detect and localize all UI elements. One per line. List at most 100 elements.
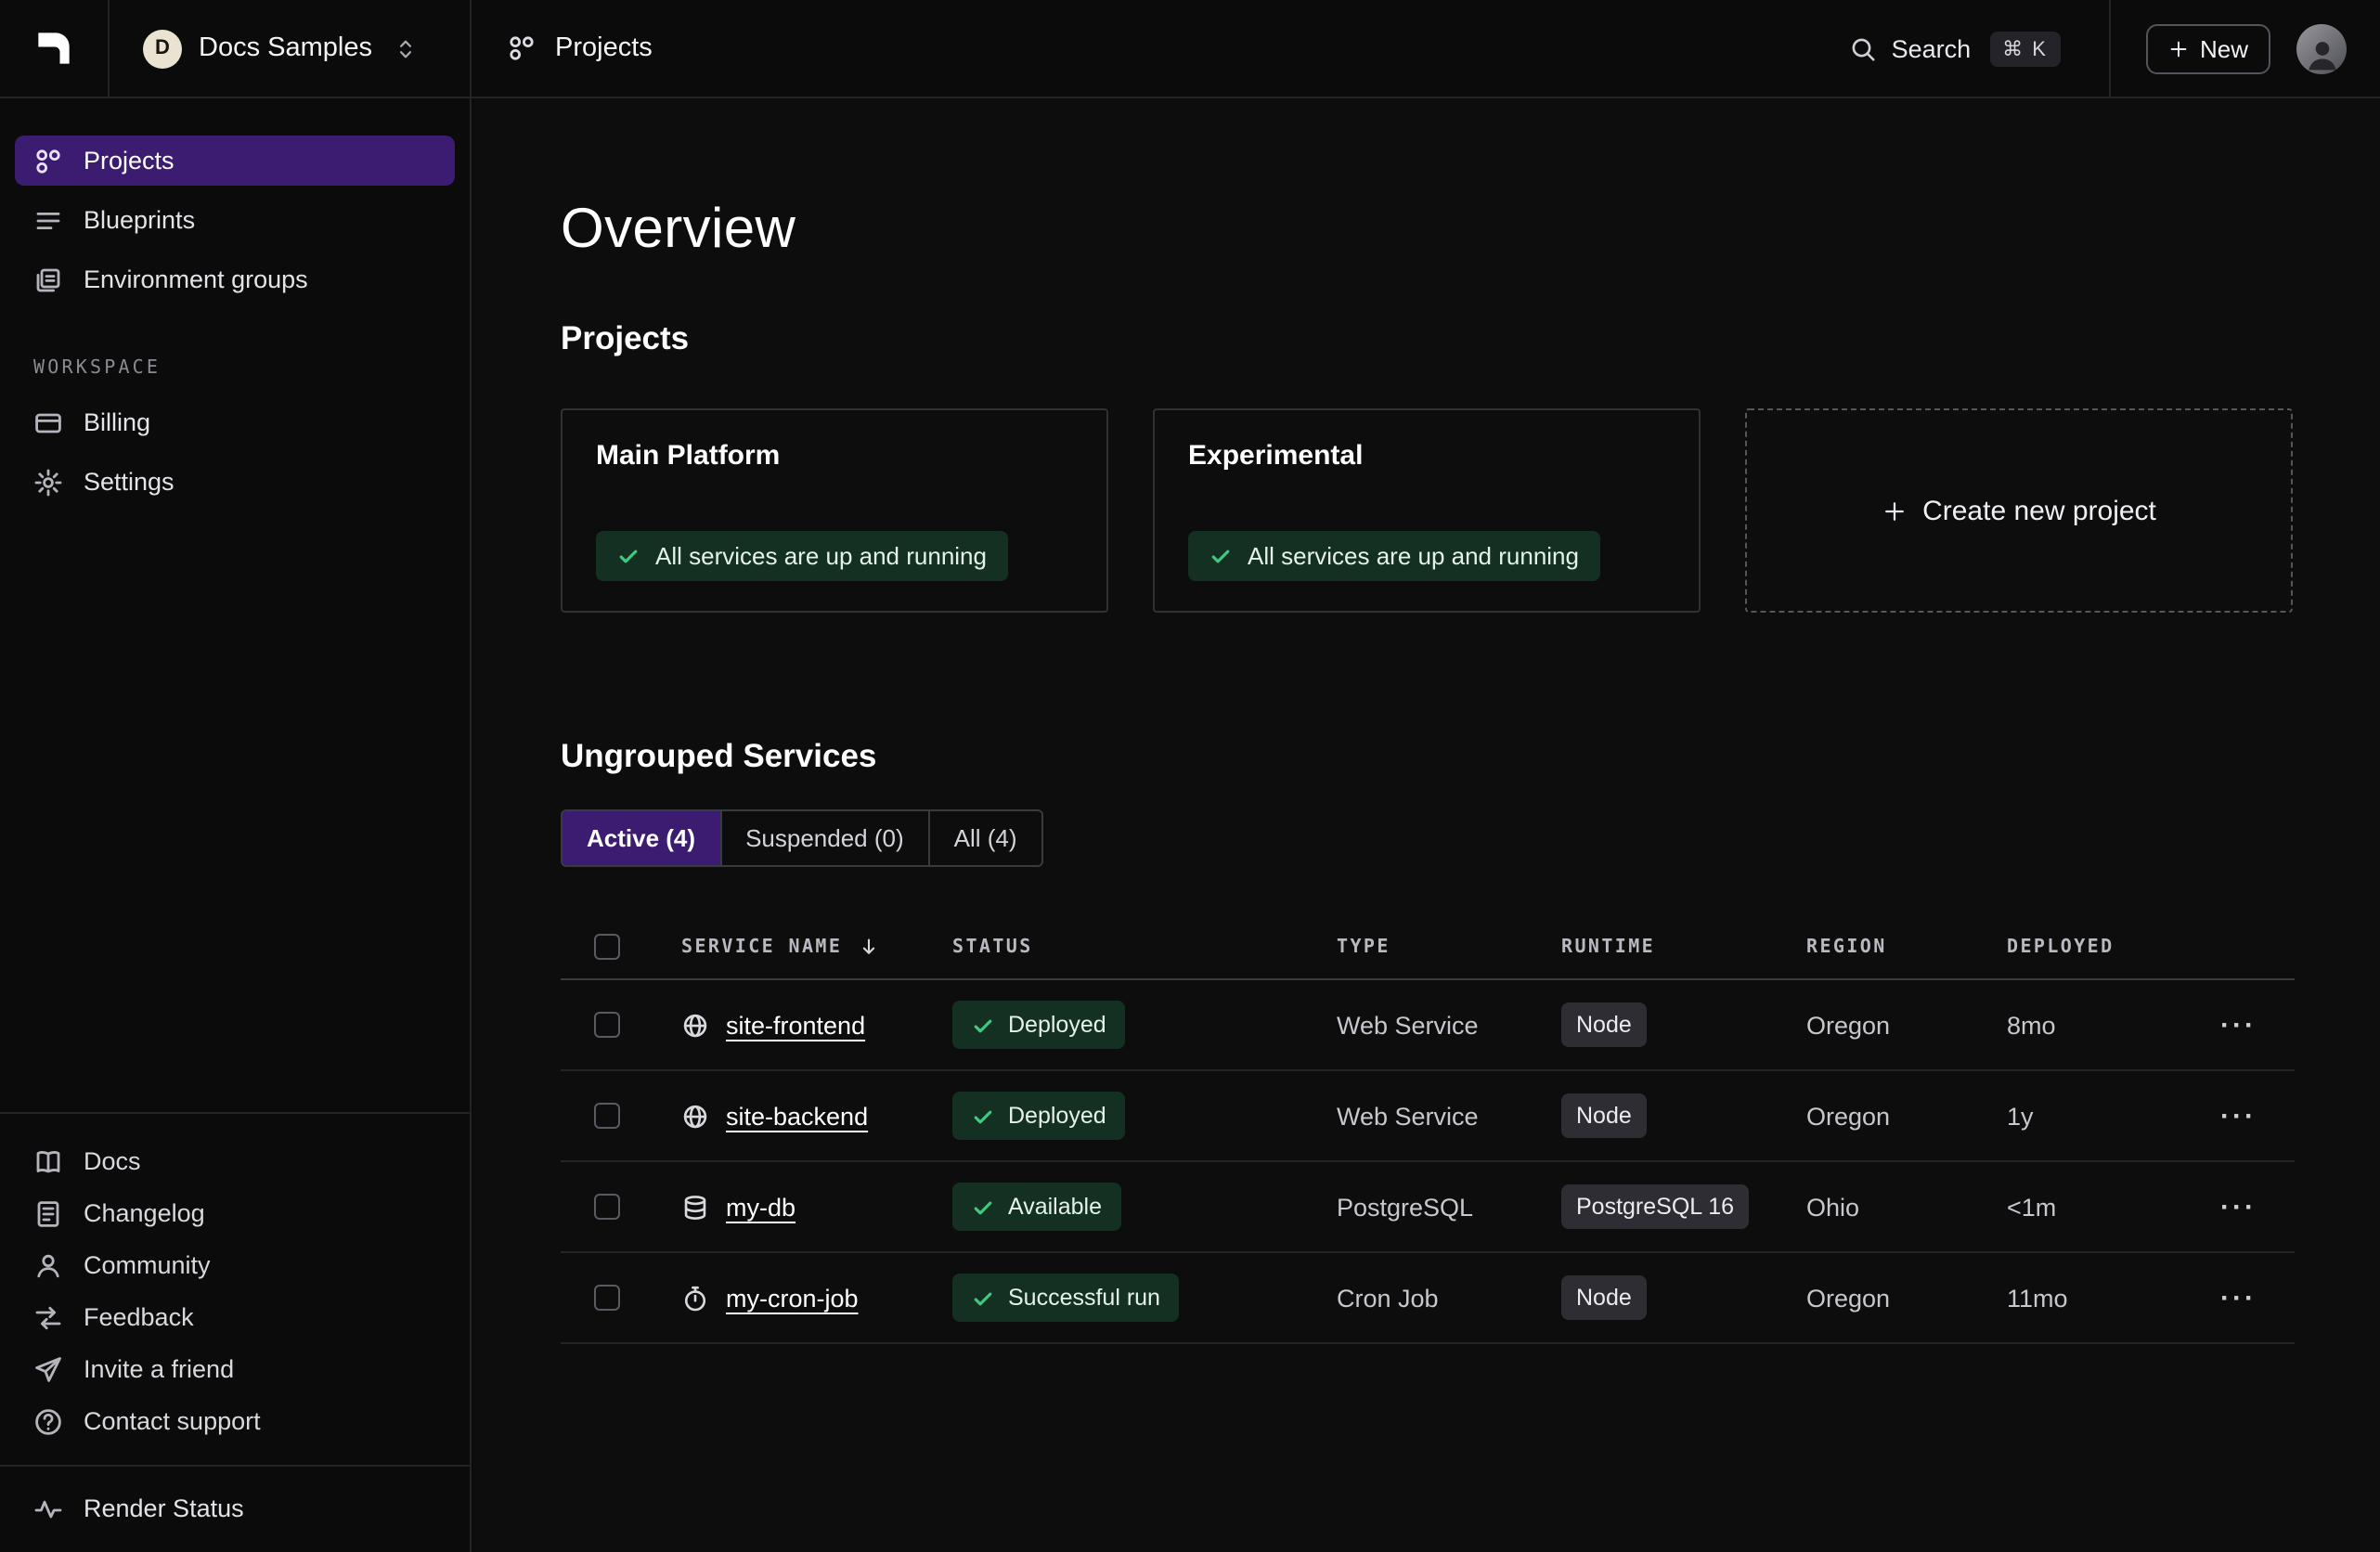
billing-icon [33,407,63,437]
workspace-selector[interactable]: D Docs Samples [143,29,419,68]
row-checkbox[interactable] [594,1103,620,1129]
runtime-badge: Node [1561,1002,1647,1047]
status-cell: Successful run [919,1274,1303,1322]
column-header-status[interactable]: STATUS [919,937,1303,957]
service-type: Cron Job [1337,1284,1439,1312]
column-label: SERVICE NAME [681,937,842,957]
globe-icon [681,1011,709,1039]
sidebar-item-invite-a-friend[interactable]: Invite a friend [15,1344,455,1394]
status-text: Available [1008,1194,1102,1220]
sidebar-item-community[interactable]: Community [15,1240,455,1290]
create-project-card[interactable]: Create new project [1745,408,2293,613]
status-text: Successful run [1008,1285,1160,1311]
project-status-badge: All services are up and running [596,531,1007,581]
search-button[interactable]: Search ⌘ K [1849,31,2061,66]
table-row[interactable]: my-cron-jobSuccessful runCron JobNodeOre… [561,1253,2295,1344]
status-badge: Successful run [952,1274,1179,1322]
row-checkbox[interactable] [594,1285,620,1311]
page-title: Overview [561,199,2380,262]
column-header-service-name[interactable]: SERVICE NAME [648,936,919,958]
search-label: Search [1892,34,1972,62]
table-row[interactable]: site-frontendDeployedWeb ServiceNodeOreg… [561,980,2295,1071]
check-icon [1209,544,1233,568]
search-shortcut: ⌘ K [1989,31,2061,66]
deployed-cell: 1y [1973,1102,2209,1130]
column-label: DEPLOYED [2007,937,2115,957]
row-menu-button[interactable]: ··· [2220,1102,2257,1130]
column-header-region[interactable]: REGION [1773,937,1973,957]
app-root: D Docs Samples Projects Search ⌘ K New [0,0,2380,1552]
sidebar-item-docs[interactable]: Docs [15,1136,455,1186]
row-checkbox-cell [561,1103,648,1129]
column-label: STATUS [952,937,1033,957]
row-menu-button[interactable]: ··· [2220,1011,2257,1039]
status-text: Deployed [1008,1012,1106,1038]
check-icon [616,544,640,568]
sidebar-item-label: Feedback [84,1303,194,1331]
table-row[interactable]: my-dbAvailablePostgreSQLPostgreSQL 16Ohi… [561,1162,2295,1253]
sidebar-divider [0,1112,470,1114]
service-name-link[interactable]: my-cron-job [726,1284,859,1312]
project-status-badge: All services are up and running [1188,531,1599,581]
blueprints-icon [33,205,63,235]
tab-active-4[interactable]: Active (4) [563,811,719,865]
column-header-deployed[interactable]: DEPLOYED [1973,937,2209,957]
globe-icon [681,1102,709,1130]
service-deployed: 8mo [2007,1011,2056,1039]
service-name-link[interactable]: my-db [726,1193,795,1221]
new-button[interactable]: New [2146,23,2270,73]
project-card-main-platform[interactable]: Main Platform All services are up and run… [561,408,1108,613]
runtime-badge: PostgreSQL 16 [1561,1184,1749,1229]
column-header-runtime[interactable]: RUNTIME [1528,937,1773,957]
runtime-cell: Node [1528,1275,1773,1320]
sidebar-item-environment-groups[interactable]: Environment groups [15,254,455,304]
sidebar-item-billing[interactable]: Billing [15,397,455,447]
project-card-title: Main Platform [596,440,780,472]
services-table-body: site-frontendDeployedWeb ServiceNodeOreg… [561,980,2295,1344]
check-icon [971,1286,995,1310]
project-card-experimental[interactable]: ExperimentalAll services are up and runn… [1153,408,1701,613]
cron-icon [681,1284,709,1312]
sidebar-item-blueprints[interactable]: Blueprints [15,195,455,245]
row-checkbox[interactable] [594,1194,620,1220]
sidebar-item-label: Projects [84,147,175,175]
plus-icon [2168,38,2189,58]
create-project-label: Create new project [1922,495,2156,526]
column-header-type[interactable]: TYPE [1303,937,1528,957]
render-logo[interactable] [0,0,110,97]
row-checkbox[interactable] [594,1012,620,1038]
row-menu-button[interactable]: ··· [2220,1284,2257,1312]
status-badge: Deployed [952,1092,1125,1140]
tab-suspended-0[interactable]: Suspended (0) [719,811,928,865]
sidebar-item-render-status[interactable]: Render Status [15,1483,455,1533]
sidebar-item-contact-support[interactable]: Contact support [15,1396,455,1446]
actions-cell: ··· [2209,1102,2295,1130]
plus-icon [1882,498,1906,523]
person-icon [2301,32,2342,73]
table-row[interactable]: site-backendDeployedWeb ServiceNodeOrego… [561,1071,2295,1162]
sidebar-item-projects[interactable]: Projects [15,136,455,186]
main-content: Overview Projects Main Platform All servi… [473,98,2380,1552]
sidebar-item-settings[interactable]: Settings [15,457,455,507]
service-name-link[interactable]: site-frontend [726,1011,865,1039]
breadcrumb[interactable]: Projects [472,0,653,97]
projects-icon [507,33,537,63]
service-deployed: <1m [2007,1193,2056,1221]
select-all-checkbox[interactable] [594,934,620,960]
projects-heading: Projects [561,319,2380,358]
user-avatar[interactable] [2296,23,2347,73]
sidebar-item-label: Billing [84,408,150,436]
support-icon [33,1406,63,1436]
runtime-cell: Node [1528,1002,1773,1047]
sidebar-item-label: Settings [84,468,175,496]
status-cell: Available [919,1183,1303,1231]
sidebar-item-changelog[interactable]: Changelog [15,1188,455,1238]
status-text: Deployed [1008,1103,1106,1129]
row-menu-button[interactable]: ··· [2220,1193,2257,1221]
search-icon [1849,34,1877,62]
sidebar-item-feedback[interactable]: Feedback [15,1292,455,1342]
service-type: Web Service [1337,1011,1479,1039]
service-name-link[interactable]: site-backend [726,1102,868,1130]
tab-all-4[interactable]: All (4) [928,811,1041,865]
type-cell: PostgreSQL [1303,1193,1528,1221]
